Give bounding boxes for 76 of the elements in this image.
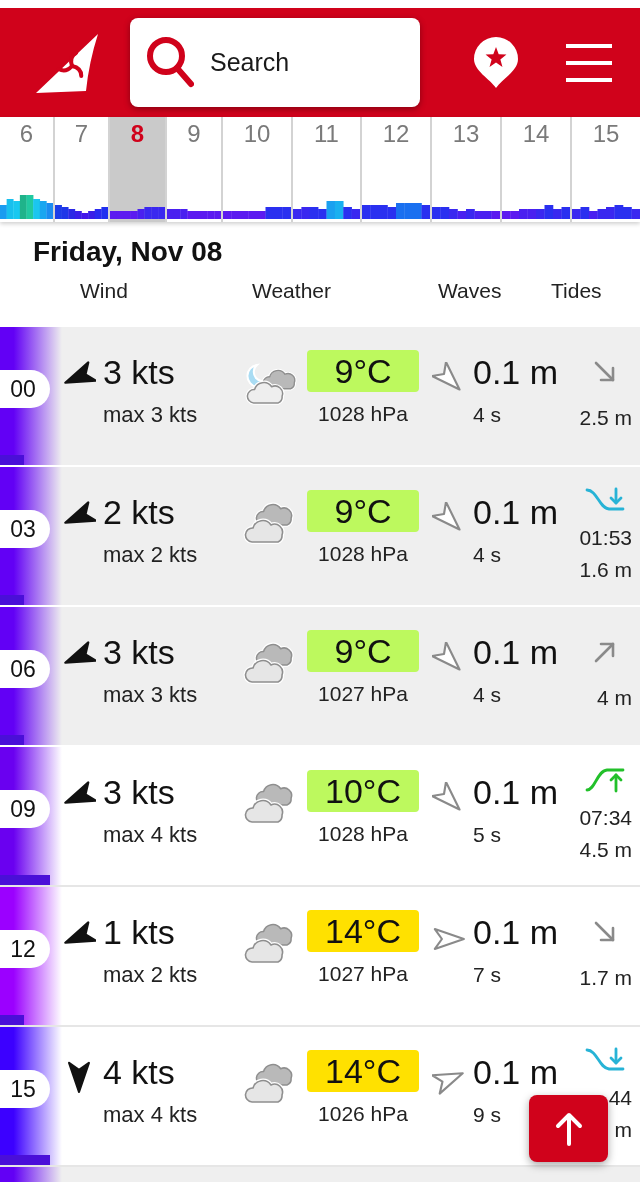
hour-label: 15 bbox=[0, 1070, 50, 1108]
max-wind-speed: max 3 kts bbox=[103, 682, 198, 708]
hour-label: 03 bbox=[0, 510, 50, 548]
max-wind-speed: max 4 kts bbox=[103, 1102, 198, 1128]
wave-height: 0.1 m bbox=[473, 912, 559, 952]
max-wind-speed: max 2 kts bbox=[103, 962, 198, 988]
wind-bars-drawing bbox=[110, 207, 165, 219]
temperature-badge: 9°C bbox=[307, 630, 419, 672]
wind-speed: 3 kts bbox=[103, 352, 176, 392]
hour-label: 00 bbox=[0, 370, 50, 408]
search-field[interactable]: Search bbox=[130, 18, 420, 107]
wave-height: 0.1 m bbox=[473, 772, 559, 812]
wave-period: 5 s bbox=[473, 822, 502, 848]
wave-period: 4 s bbox=[473, 542, 502, 568]
menu-icon[interactable] bbox=[566, 43, 612, 82]
wind-bars-drawing bbox=[502, 205, 570, 219]
wind-speed: 1 kts bbox=[103, 912, 176, 952]
hour-label: 09 bbox=[0, 790, 50, 828]
tide-height: 4 m bbox=[597, 686, 632, 710]
up-arrow-icon bbox=[554, 1111, 583, 1146]
pressure: 1026 hPa bbox=[317, 1101, 409, 1127]
wave-height: 0.1 m bbox=[473, 492, 559, 532]
pressure: 1028 hPa bbox=[317, 401, 409, 427]
wave-period: 7 s bbox=[473, 962, 502, 988]
temperature-badge: 9°C bbox=[307, 490, 419, 532]
day-tab[interactable]: 15 bbox=[572, 117, 640, 222]
tide-time: 44 bbox=[608, 1086, 632, 1110]
temperature-badge: 14°C bbox=[307, 1050, 419, 1092]
column-header: Waves bbox=[438, 279, 502, 303]
wind-speed: 3 kts bbox=[103, 632, 176, 672]
pressure: 1028 hPa bbox=[317, 821, 409, 847]
max-wind-speed: max 3 kts bbox=[103, 402, 198, 428]
search-icon bbox=[146, 36, 194, 88]
pressure: 1028 hPa bbox=[317, 541, 409, 567]
max-wind-speed: max 2 kts bbox=[103, 542, 198, 568]
temperature-badge: 14°C bbox=[307, 910, 419, 952]
wind-bars-drawing bbox=[572, 205, 640, 219]
hour-label: 06 bbox=[0, 650, 50, 688]
tide-height: 2.5 m bbox=[579, 406, 632, 430]
wind-speed: 2 kts bbox=[103, 492, 176, 532]
day-tab[interactable]: 6 bbox=[0, 117, 55, 222]
temperature-badge: 9°C bbox=[307, 350, 419, 392]
wind-speed: 4 kts bbox=[103, 1052, 176, 1092]
wave-period: 4 s bbox=[473, 682, 502, 708]
wind-bars-drawing bbox=[293, 201, 360, 219]
wave-height: 0.1 m bbox=[473, 632, 559, 672]
star-pin-icon[interactable] bbox=[473, 36, 519, 89]
wind-speed: 3 kts bbox=[103, 772, 176, 812]
wave-height: 0.1 m bbox=[473, 352, 559, 392]
scroll-to-top-button[interactable] bbox=[529, 1095, 608, 1162]
wind-bars-drawing bbox=[0, 195, 53, 219]
wind-bars-drawing bbox=[432, 207, 500, 219]
column-header: Weather bbox=[252, 279, 331, 303]
pressure: 1027 hPa bbox=[317, 681, 409, 707]
date-title: Friday, Nov 08 bbox=[33, 236, 224, 268]
tide-height: m bbox=[614, 1118, 632, 1142]
sail-logo-icon bbox=[35, 31, 99, 94]
day-tab[interactable]: 8 bbox=[110, 117, 167, 222]
max-wind-speed: max 4 kts bbox=[103, 822, 198, 848]
wind-bars-drawing bbox=[223, 207, 291, 219]
pressure: 1027 hPa bbox=[317, 961, 409, 987]
tide-time: 01:53 bbox=[579, 526, 632, 550]
tide-height: 1.6 m bbox=[579, 558, 632, 582]
wave-period: 9 s bbox=[473, 1102, 502, 1128]
wind-bars-drawing bbox=[55, 205, 108, 219]
tide-height: 1.7 m bbox=[579, 966, 632, 990]
wind-bars-drawing bbox=[362, 203, 430, 219]
hour-label: 12 bbox=[0, 930, 50, 968]
column-header: Tides bbox=[551, 279, 602, 303]
tide-time: 07:34 bbox=[579, 806, 632, 830]
wave-period: 4 s bbox=[473, 402, 502, 428]
wind-bars-drawing bbox=[167, 209, 221, 219]
temperature-badge: 10°C bbox=[307, 770, 419, 812]
wave-height: 0.1 m bbox=[473, 1052, 559, 1092]
column-header: Wind bbox=[80, 279, 128, 303]
tide-height: 4.5 m bbox=[579, 838, 632, 862]
